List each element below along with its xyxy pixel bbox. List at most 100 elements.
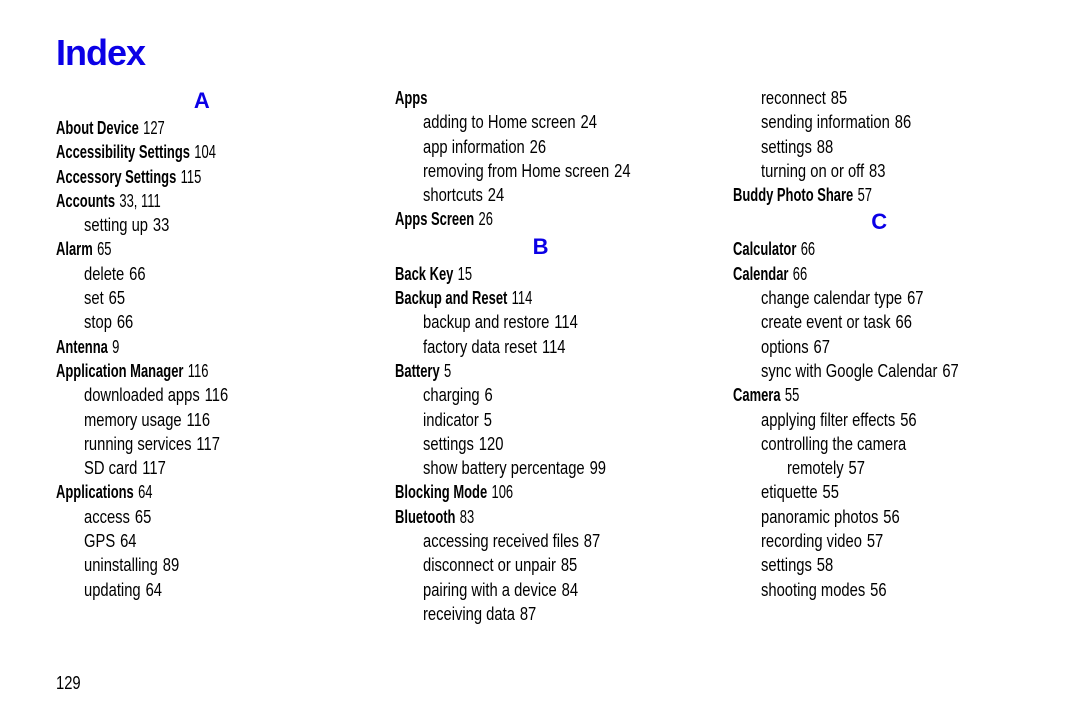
index-subentry-pages: 117	[137, 458, 165, 478]
index-entry[interactable]: Blocking Mode106	[395, 480, 604, 504]
index-subentry-label: setting up	[84, 215, 148, 235]
index-column: AAbout Device127Accessibility Settings10…	[56, 86, 347, 626]
index-subentry[interactable]: access65	[84, 505, 299, 529]
index-entry[interactable]: About Device127	[56, 116, 265, 140]
index-entry-label: Backup and Reset	[395, 288, 507, 308]
index-subentry[interactable]: removing from Home screen24	[423, 159, 638, 183]
index-entry-label: Accessibility Settings	[56, 142, 190, 162]
index-subentry[interactable]: uninstalling89	[84, 553, 299, 577]
index-entry-pages: 15	[453, 264, 472, 284]
index-subentry-pages	[907, 434, 912, 454]
index-subentry-label: etiquette	[761, 482, 818, 502]
index-entry-label: Applications	[56, 482, 134, 502]
index-subentry[interactable]: remotely57	[787, 456, 981, 480]
index-entry[interactable]: Battery5	[395, 359, 604, 383]
index-subentry-label: create event or task	[761, 312, 891, 332]
index-subentry[interactable]: running services117	[84, 432, 299, 456]
index-subentry[interactable]: applying filter effects56	[761, 408, 976, 432]
index-subentry-pages: 58	[812, 555, 833, 575]
index-subentry[interactable]: settings88	[761, 135, 976, 159]
index-subentry[interactable]: receiving data87	[423, 602, 638, 626]
index-subentry[interactable]: setting up33	[84, 213, 299, 237]
index-entry[interactable]: Accessory Settings115	[56, 165, 265, 189]
index-subentry[interactable]: app information26	[423, 135, 638, 159]
index-subentry-pages: 65	[104, 288, 125, 308]
index-entry-label: Calendar	[733, 264, 788, 284]
index-entry[interactable]: Camera55	[733, 383, 942, 407]
index-entry-label: Antenna	[56, 337, 108, 357]
index-entry[interactable]: Apps Screen26	[395, 207, 604, 231]
index-subentry[interactable]: updating64	[84, 578, 299, 602]
index-subentry-label: options	[761, 337, 809, 357]
index-entry[interactable]: Calculator66	[733, 237, 942, 261]
index-subentry[interactable]: charging6	[423, 383, 638, 407]
index-subentry[interactable]: set65	[84, 286, 299, 310]
index-entry[interactable]: Backup and Reset114	[395, 286, 604, 310]
index-subentry-label: running services	[84, 434, 191, 454]
index-entry-pages: 83	[455, 507, 474, 527]
index-subentry[interactable]: backup and restore114	[423, 310, 638, 334]
index-entry-pages: 5	[439, 361, 451, 381]
index-subentry[interactable]: indicator5	[423, 408, 638, 432]
index-subentry-pages: 24	[483, 185, 504, 205]
index-subentry-pages: 24	[575, 112, 596, 132]
page-number: 129	[56, 673, 81, 694]
index-subentry-label: stop	[84, 312, 112, 332]
index-subentry-label: set	[84, 288, 104, 308]
index-subentry-label: applying filter effects	[761, 410, 895, 430]
index-entry-label: Buddy Photo Share	[733, 185, 853, 205]
index-subentry[interactable]: shortcuts24	[423, 183, 638, 207]
index-subentry[interactable]: delete66	[84, 262, 299, 286]
index-subentry[interactable]: adding to Home screen24	[423, 110, 638, 134]
index-subentry[interactable]: GPS64	[84, 529, 299, 553]
index-subentry-label: uninstalling	[84, 555, 158, 575]
index-subentry[interactable]: controlling the camera	[761, 432, 976, 456]
index-subentry[interactable]: turning on or off83	[761, 159, 976, 183]
index-subentry[interactable]: accessing received files87	[423, 529, 638, 553]
index-subentry-pages: 67	[902, 288, 923, 308]
index-subentry[interactable]: options67	[761, 335, 976, 359]
index-subentry[interactable]: sending information86	[761, 110, 976, 134]
index-entry[interactable]: Buddy Photo Share57	[733, 183, 942, 207]
index-entry[interactable]: Accounts33, 111	[56, 189, 265, 213]
index-subentry[interactable]: settings120	[423, 432, 638, 456]
index-subentry[interactable]: factory data reset114	[423, 335, 638, 359]
index-subentry[interactable]: etiquette55	[761, 480, 976, 504]
index-subentry[interactable]: memory usage116	[84, 408, 299, 432]
index-subentry[interactable]: reconnect85	[761, 86, 976, 110]
index-entry[interactable]: Application Manager116	[56, 359, 265, 383]
index-subentry-pages: 116	[182, 410, 210, 430]
index-subentry-pages: 64	[115, 531, 136, 551]
index-entry[interactable]: Back Key15	[395, 262, 604, 286]
index-subentry-label: pairing with a device	[423, 580, 557, 600]
index-subentry[interactable]: panoramic photos56	[761, 505, 976, 529]
index-subentry[interactable]: recording video57	[761, 529, 976, 553]
index-subentry[interactable]: SD card117	[84, 456, 299, 480]
index-subentry-label: turning on or off	[761, 161, 864, 181]
index-entry[interactable]: Bluetooth83	[395, 505, 604, 529]
index-entry[interactable]: Alarm65	[56, 237, 265, 261]
index-subentry[interactable]: pairing with a device84	[423, 578, 638, 602]
index-subentry-pages: 6	[479, 385, 492, 405]
index-subentry[interactable]: show battery percentage99	[423, 456, 638, 480]
index-entry[interactable]: Applications64	[56, 480, 265, 504]
index-subentry[interactable]: disconnect or unpair85	[423, 553, 638, 577]
index-subentry[interactable]: downloaded apps116	[84, 383, 299, 407]
index-entry[interactable]: Accessibility Settings104	[56, 140, 265, 164]
index-subentry-pages: 57	[844, 458, 865, 478]
index-entry[interactable]: Apps	[395, 86, 604, 110]
index-entry[interactable]: Calendar66	[733, 262, 942, 286]
index-subentry-label: access	[84, 507, 130, 527]
index-subentry[interactable]: stop66	[84, 310, 299, 334]
index-subentry[interactable]: settings58	[761, 553, 976, 577]
index-subentry-label: disconnect or unpair	[423, 555, 556, 575]
index-entry-pages: 65	[93, 239, 112, 259]
index-subentry-pages: 114	[537, 337, 565, 357]
index-subentry-label: GPS	[84, 531, 115, 551]
index-subentry[interactable]: change calendar type67	[761, 286, 976, 310]
index-subentry[interactable]: create event or task66	[761, 310, 976, 334]
index-entry-label: Battery	[395, 361, 440, 381]
index-entry[interactable]: Antenna9	[56, 335, 265, 359]
index-subentry[interactable]: shooting modes56	[761, 578, 976, 602]
index-subentry[interactable]: sync with Google Calendar67	[761, 359, 976, 383]
